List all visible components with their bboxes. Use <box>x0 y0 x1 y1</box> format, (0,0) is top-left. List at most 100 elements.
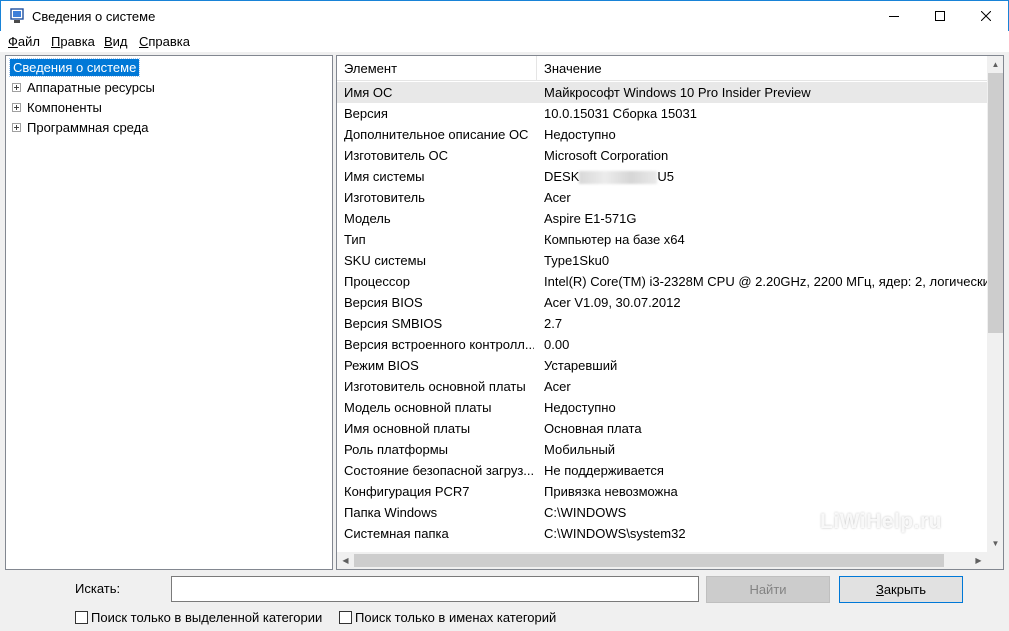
table-row[interactable]: Версия SMBIOS 2.7 <box>337 313 987 334</box>
row-item-cell: Изготовитель <box>344 190 425 205</box>
row-value-cell: 2.7 <box>544 316 563 331</box>
table-row[interactable]: Изготовитель основной платы Acer <box>337 376 987 397</box>
row-item-cell: Папка Windows <box>344 505 438 520</box>
row-value-cell: Не поддерживается <box>544 463 664 478</box>
table-row[interactable]: Изготовитель ОС Microsoft Corporation <box>337 145 987 166</box>
vertical-scrollbar[interactable]: ▲ ▼ <box>987 56 1003 552</box>
table-row[interactable]: Имя системы DESK U5 <box>337 166 987 187</box>
value-prefix: DESK <box>544 169 580 184</box>
row-item-cell: Имя основной платы <box>344 421 471 436</box>
row-value-cell: Acer <box>544 379 571 394</box>
horizontal-scroll-thumb[interactable] <box>354 554 944 567</box>
row-item-cell: Режим BIOS <box>344 358 419 373</box>
tree-item-software-environment[interactable]: Программная среда <box>12 119 148 137</box>
row-item-cell: Конфигурация PCR7 <box>344 484 470 499</box>
scroll-left-icon[interactable]: ◀ <box>337 552 354 569</box>
row-value-cell: Type1Sku0 <box>544 253 610 268</box>
checkbox-search-selected-category[interactable]: Поиск только в выделенной категории <box>75 609 322 625</box>
expand-plus-icon[interactable] <box>12 103 21 113</box>
row-item-cell: Роль платформы <box>344 442 448 457</box>
table-row[interactable]: Версия BIOS Acer V1.09, 30.07.2012 <box>337 292 987 313</box>
tree-item-components[interactable]: Компоненты <box>12 99 102 117</box>
row-item-cell: Изготовитель основной платы <box>344 379 526 394</box>
system-info-icon <box>10 8 24 24</box>
scroll-corner <box>987 552 1003 569</box>
expand-plus-icon[interactable] <box>12 83 21 93</box>
table-row[interactable]: SKU системы Type1Sku0 <box>337 250 987 271</box>
row-value-cell: Acer V1.09, 30.07.2012 <box>544 295 681 310</box>
scroll-down-icon[interactable]: ▼ <box>987 535 1003 552</box>
row-value-cell: DESK U5 <box>544 166 987 187</box>
row-item-cell: Модель <box>344 211 391 226</box>
row-item-cell: Состояние безопасной загруз... <box>344 463 534 478</box>
row-value-cell: Microsoft Corporation <box>544 148 669 163</box>
row-item-cell: Имя системы <box>344 169 425 184</box>
checkbox-box[interactable] <box>339 610 352 624</box>
menu-bar: Файл Правка Вид Справка <box>0 31 1009 52</box>
row-value-cell: Недоступно <box>544 127 616 142</box>
window-title: Сведения о системе <box>32 9 156 24</box>
table-row[interactable]: Версия встроенного контролл... 0.00 <box>337 334 987 355</box>
tree-item-system-summary[interactable]: Сведения о системе <box>8 58 141 77</box>
tree-item-hardware-resources[interactable]: Аппаратные ресурсы <box>12 79 155 97</box>
row-value-cell: 0.00 <box>544 337 570 352</box>
maximize-icon <box>935 11 945 21</box>
table-row[interactable]: Состояние безопасной загруз... Не поддерж… <box>337 460 987 481</box>
table-row[interactable]: Модель основной платы Недоступно <box>337 397 987 418</box>
close-button[interactable]: Закрыть <box>839 576 963 603</box>
checkbox-box[interactable] <box>75 610 88 624</box>
scroll-right-icon[interactable]: ▶ <box>970 552 987 569</box>
row-value-cell: Компьютер на базе x64 <box>544 232 685 247</box>
row-value-cell: Недоступно <box>544 400 616 415</box>
minimize-button[interactable] <box>871 1 917 31</box>
close-icon <box>981 11 991 21</box>
table-row[interactable]: Версия 10.0.15031 Сборка 15031 <box>337 103 987 124</box>
menu-help[interactable]: Справка <box>139 34 190 49</box>
vertical-scroll-thumb[interactable] <box>988 73 1003 333</box>
table-row[interactable]: Роль платформы Мобильный <box>337 439 987 460</box>
row-item-cell: Изготовитель ОС <box>344 148 448 163</box>
menu-file[interactable]: Файл <box>8 34 40 49</box>
find-button[interactable]: Найти <box>706 576 830 603</box>
menu-edit[interactable]: Правка <box>51 34 95 49</box>
table-row[interactable]: Модель Aspire E1-571G <box>337 208 987 229</box>
row-item-cell: Дополнительное описание ОС <box>344 127 529 142</box>
menu-view[interactable]: Вид <box>104 34 128 49</box>
row-value-cell: Мобильный <box>544 442 616 457</box>
column-header-item[interactable]: Элемент <box>337 56 537 81</box>
table-row[interactable]: Имя основной платы Основная плата <box>337 418 987 439</box>
row-item-cell: Версия встроенного контролл... <box>344 337 534 352</box>
search-input[interactable] <box>171 576 699 602</box>
category-tree[interactable]: Сведения о системе Аппаратные ресурсы Ко… <box>5 55 333 570</box>
table-row[interactable]: Тип Компьютер на базе x64 <box>337 229 987 250</box>
close-window-button[interactable] <box>963 1 1009 31</box>
title-bar: Сведения о системе <box>0 0 1009 31</box>
table-row[interactable]: Режим BIOS Устаревший <box>337 355 987 376</box>
row-item-cell: Версия BIOS <box>344 295 423 310</box>
scroll-up-icon[interactable]: ▲ <box>987 56 1003 73</box>
list-header: Элемент Значение <box>337 56 987 81</box>
list-rows: Имя ОС Майкрософт Windows 10 Pro Insider … <box>337 82 987 551</box>
row-value-cell: Устаревший <box>544 358 618 373</box>
table-row[interactable]: Процессор Intel(R) Core(TM) i3-2328M CPU … <box>337 271 987 292</box>
row-item-cell: Имя ОС <box>344 85 393 100</box>
row-value-cell: Aspire E1-571G <box>544 211 637 226</box>
watermark: LiWiHelp.ru <box>820 510 942 533</box>
row-item-cell: Процессор <box>344 274 410 289</box>
row-item-cell: Системная папка <box>344 526 449 541</box>
column-header-value[interactable]: Значение <box>537 56 987 81</box>
row-item-cell: Тип <box>344 232 366 247</box>
row-item-cell: Версия SMBIOS <box>344 316 443 331</box>
row-value-cell: Acer <box>544 190 571 205</box>
table-row[interactable]: Дополнительное описание ОС Недоступно <box>337 124 987 145</box>
horizontal-scrollbar[interactable]: ◀ ▶ <box>337 552 987 569</box>
table-row[interactable]: Имя ОС Майкрософт Windows 10 Pro Insider … <box>337 82 987 103</box>
row-value-cell: 10.0.15031 Сборка 15031 <box>544 106 697 121</box>
maximize-button[interactable] <box>917 1 963 31</box>
row-value-cell: Привязка невозможна <box>544 484 678 499</box>
table-row[interactable]: Конфигурация PCR7 Привязка невозможна <box>337 481 987 502</box>
checkbox-search-category-names[interactable]: Поиск только в именах категорий <box>339 609 556 625</box>
details-list[interactable]: Элемент Значение Имя ОС Майкрософт Window… <box>336 55 1004 570</box>
expand-plus-icon[interactable] <box>12 123 21 133</box>
table-row[interactable]: Изготовитель Acer <box>337 187 987 208</box>
